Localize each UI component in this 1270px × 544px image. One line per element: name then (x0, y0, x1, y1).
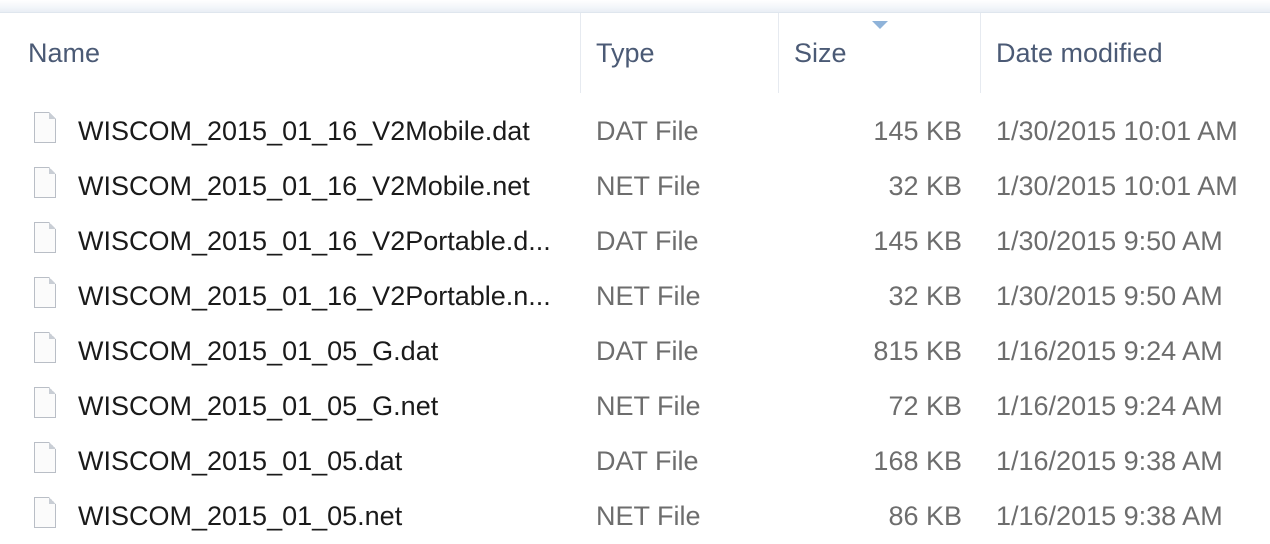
file-type: NET File (596, 281, 701, 311)
file-name: WISCOM_2015_01_16_V2Portable.n... (78, 281, 551, 311)
file-row[interactable]: WISCOM_2015_01_16_V2Portable.d... DAT Fi… (0, 214, 1270, 269)
file-type: NET File (596, 171, 701, 201)
column-divider[interactable] (778, 13, 779, 93)
file-size: 86 KB (888, 501, 962, 531)
file-icon (34, 387, 56, 418)
file-size: 145 KB (873, 226, 962, 256)
file-icon (34, 112, 56, 143)
file-name: WISCOM_2015_01_05.net (78, 501, 403, 531)
file-date-modified: 1/30/2015 9:50 AM (996, 226, 1223, 256)
file-icon (34, 442, 56, 473)
column-divider[interactable] (980, 13, 981, 93)
column-header-date-modified[interactable]: Date modified (996, 13, 1163, 93)
column-header-name[interactable]: Name (28, 13, 100, 93)
file-icon (34, 277, 56, 308)
file-name: WISCOM_2015_01_16_V2Mobile.net (78, 171, 530, 201)
file-size: 168 KB (873, 446, 962, 476)
file-type: DAT File (596, 116, 699, 146)
file-size: 72 KB (888, 391, 962, 421)
file-size: 32 KB (888, 281, 962, 311)
file-name: WISCOM_2015_01_05_G.net (78, 391, 439, 421)
file-row[interactable]: WISCOM_2015_01_16_V2Portable.n... NET Fi… (0, 269, 1270, 324)
file-date-modified: 1/30/2015 9:50 AM (996, 281, 1223, 311)
file-type: DAT File (596, 226, 699, 256)
column-header-bar: Name Type Size Date modified (0, 13, 1270, 93)
file-date-modified: 1/16/2015 9:24 AM (996, 391, 1223, 421)
file-size: 145 KB (873, 116, 962, 146)
file-type: DAT File (596, 446, 699, 476)
file-size: 32 KB (888, 171, 962, 201)
file-name: WISCOM_2015_01_16_V2Portable.d... (78, 226, 551, 256)
file-row[interactable]: WISCOM_2015_01_16_V2Mobile.net NET File … (0, 159, 1270, 214)
file-date-modified: 1/16/2015 9:38 AM (996, 501, 1223, 531)
column-header-size[interactable]: Size (794, 13, 847, 93)
file-name: WISCOM_2015_01_05.dat (78, 446, 403, 476)
file-name: WISCOM_2015_01_16_V2Mobile.dat (78, 116, 530, 146)
sort-arrow-icon (872, 21, 888, 29)
file-date-modified: 1/16/2015 9:38 AM (996, 446, 1223, 476)
file-type: NET File (596, 501, 701, 531)
file-icon (34, 222, 56, 253)
file-date-modified: 1/30/2015 10:01 AM (996, 171, 1238, 201)
file-type: NET File (596, 391, 701, 421)
toolbar-edge (0, 0, 1270, 13)
file-icon (34, 332, 56, 363)
file-date-modified: 1/30/2015 10:01 AM (996, 116, 1238, 146)
file-row[interactable]: WISCOM_2015_01_05_G.dat DAT File 815 KB … (0, 324, 1270, 379)
file-type: DAT File (596, 336, 699, 366)
file-row[interactable]: WISCOM_2015_01_05.net NET File 86 KB 1/1… (0, 489, 1270, 544)
file-row[interactable]: WISCOM_2015_01_16_V2Mobile.dat DAT File … (0, 104, 1270, 159)
file-icon (34, 497, 56, 528)
file-name: WISCOM_2015_01_05_G.dat (78, 336, 439, 366)
column-divider[interactable] (580, 13, 581, 93)
file-date-modified: 1/16/2015 9:24 AM (996, 336, 1223, 366)
file-row[interactable]: WISCOM_2015_01_05_G.net NET File 72 KB 1… (0, 379, 1270, 434)
column-header-type[interactable]: Type (596, 13, 655, 93)
file-size: 815 KB (873, 336, 962, 366)
file-icon (34, 167, 56, 198)
file-list: WISCOM_2015_01_16_V2Mobile.dat DAT File … (0, 104, 1270, 544)
file-row[interactable]: WISCOM_2015_01_05.dat DAT File 168 KB 1/… (0, 434, 1270, 489)
